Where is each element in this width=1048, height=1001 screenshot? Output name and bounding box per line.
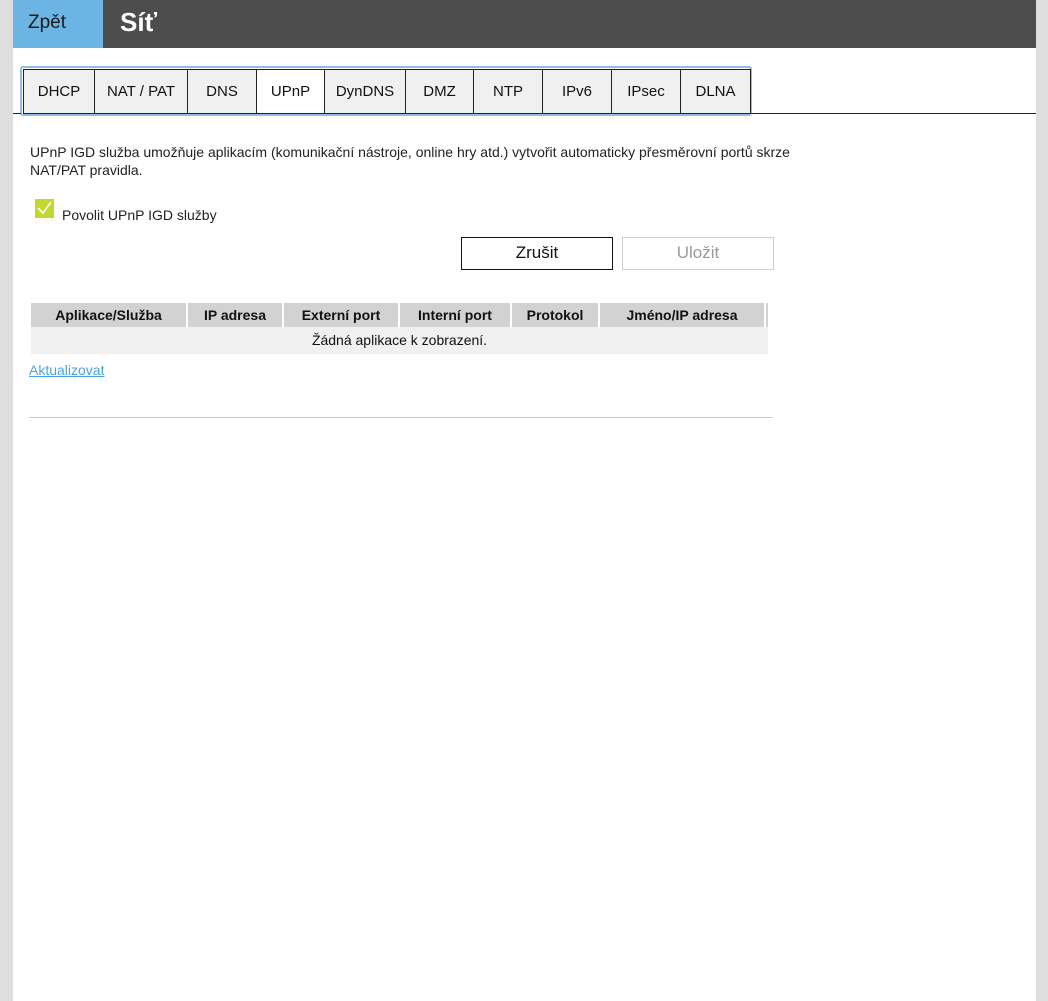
tab-bar: DHCP NAT / PAT DNS UPnP DynDNS DMZ NTP I… [23,69,751,114]
upnp-mappings-table: Aplikace/Služba IP adresa Externí port I… [31,303,768,354]
table-header: Aplikace/Služba IP adresa Externí port I… [31,303,768,327]
tab-dhcp[interactable]: DHCP [24,70,95,113]
save-button[interactable]: Uložit [622,237,774,270]
tab-dmz[interactable]: DMZ [406,70,474,113]
section-divider [29,417,773,418]
enable-upnp-checkbox[interactable] [35,199,54,218]
tab-ipsec[interactable]: IPsec [612,70,681,113]
header-bar: Zpět Síť [13,0,1036,48]
tab-upnp[interactable]: UPnP [257,70,325,113]
back-button[interactable]: Zpět [13,0,103,48]
cancel-button[interactable]: Zrušit [461,237,613,270]
tab-ntp[interactable]: NTP [474,70,543,113]
column-header-ip-address: IP adresa [188,303,284,327]
checkmark-icon [37,201,52,215]
table-empty-message: Žádná aplikace k zobrazení. [31,327,768,354]
tab-dns[interactable]: DNS [188,70,257,113]
column-header-external-port: Externí port [284,303,400,327]
tab-dlna[interactable]: DLNA [681,70,750,113]
upnp-description: UPnP IGD služba umožňuje aplikacím (komu… [30,144,790,178]
tab-ipv6[interactable]: IPv6 [543,70,612,113]
settings-panel: Zpět Síť DHCP NAT / PAT DNS UPnP DynDNS … [13,0,1036,1001]
column-header-name-ip: Jméno/IP adresa [600,303,766,327]
enable-upnp-label: Povolit UPnP IGD služby [62,207,217,223]
page-title: Síť [120,7,158,37]
column-header-protocol: Protokol [512,303,600,327]
window-frame: Zpět Síť DHCP NAT / PAT DNS UPnP DynDNS … [0,0,1048,1001]
tab-dyndns[interactable]: DynDNS [325,70,406,113]
column-header-application: Aplikace/Služba [31,303,188,327]
tabs-baseline [751,113,1036,114]
tab-nat-pat[interactable]: NAT / PAT [95,70,188,113]
column-header-internal-port: Interní port [400,303,512,327]
tabs-baseline-left [13,113,21,114]
refresh-link[interactable]: Aktualizovat [29,362,104,378]
